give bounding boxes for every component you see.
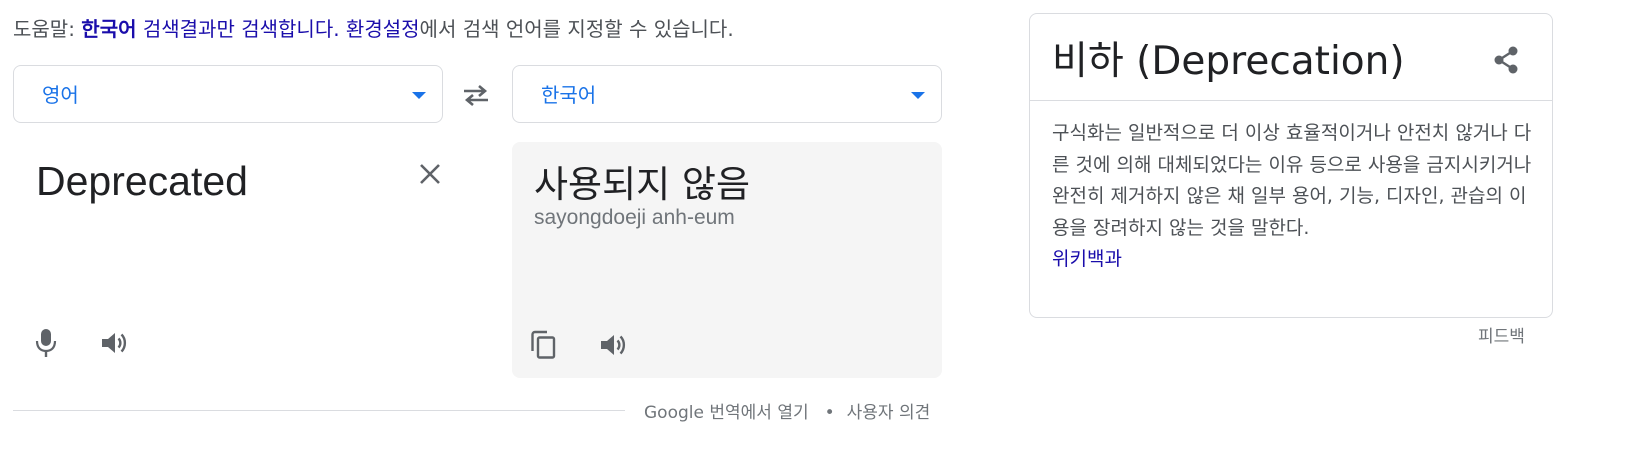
source-text[interactable]: Deprecated	[36, 158, 248, 205]
description-text: 구식화는 일반적으로 더 이상 효율적이거나 안전치 않거나 다른 것에 의해 …	[1052, 122, 1532, 239]
romanization-text: sayongdoeji anh-eum	[534, 206, 735, 229]
open-in-google-translate-link[interactable]: Google 번역에서 열기	[644, 403, 809, 423]
knowledge-panel-divider	[1030, 100, 1552, 101]
translator-footer: Google 번역에서 열기 • 사용자 의견	[644, 398, 930, 423]
source-language-label: 영어	[42, 83, 79, 107]
target-language-label: 한국어	[541, 83, 597, 107]
copy-icon	[531, 330, 556, 359]
listen-translation-button[interactable]	[593, 325, 633, 365]
translation-panel: 사용되지 않음 sayongdoeji anh-eum	[512, 142, 942, 378]
target-language-select[interactable]: 한국어	[512, 65, 942, 123]
wikipedia-link[interactable]: 위키백과	[1052, 244, 1532, 276]
user-feedback-link[interactable]: 사용자 의견	[847, 403, 931, 423]
footer-separator: •	[824, 403, 835, 423]
share-button[interactable]	[1488, 42, 1524, 78]
speaker-icon	[102, 333, 127, 353]
feedback-link[interactable]: 피드백	[1478, 322, 1525, 347]
tip-prefix: 도움말:	[13, 17, 82, 41]
knowledge-panel-title: 비하 (Deprecation)	[1052, 39, 1405, 84]
knowledge-panel: 비하 (Deprecation) 구식화는 일반적으로 더 이상 효율적이거나 …	[1029, 13, 1553, 318]
tip-search-link[interactable]: 검색결과만 검색합니다.	[137, 17, 340, 41]
microphone-icon	[35, 329, 57, 357]
translated-text: 사용되지 않음	[534, 163, 751, 206]
caret-down-icon	[412, 92, 426, 99]
speaker-icon	[601, 335, 626, 355]
copy-translation-button[interactable]	[524, 325, 564, 365]
tip-suffix: 에서 검색 언어를 지정할 수 있습니다.	[419, 17, 734, 41]
swap-icon	[464, 85, 488, 106]
clear-source-button[interactable]	[412, 156, 448, 192]
source-language-select[interactable]: 영어	[13, 65, 443, 123]
close-icon	[420, 164, 440, 184]
knowledge-panel-description: 구식화는 일반적으로 더 이상 효율적이거나 안전치 않거나 다른 것에 의해 …	[1052, 118, 1532, 276]
tip-settings-link[interactable]: 환경설정	[340, 17, 420, 41]
listen-source-button[interactable]	[94, 323, 134, 363]
caret-down-icon	[911, 92, 925, 99]
swap-languages-button[interactable]	[456, 78, 496, 112]
footer-divider	[13, 410, 625, 411]
voice-input-button[interactable]	[26, 323, 66, 363]
share-icon	[1494, 46, 1518, 74]
search-language-tip: 도움말: 한국어 검색결과만 검색합니다. 환경설정에서 검색 언어를 지정할 …	[13, 13, 734, 42]
tip-language-link[interactable]: 한국어	[81, 17, 136, 41]
